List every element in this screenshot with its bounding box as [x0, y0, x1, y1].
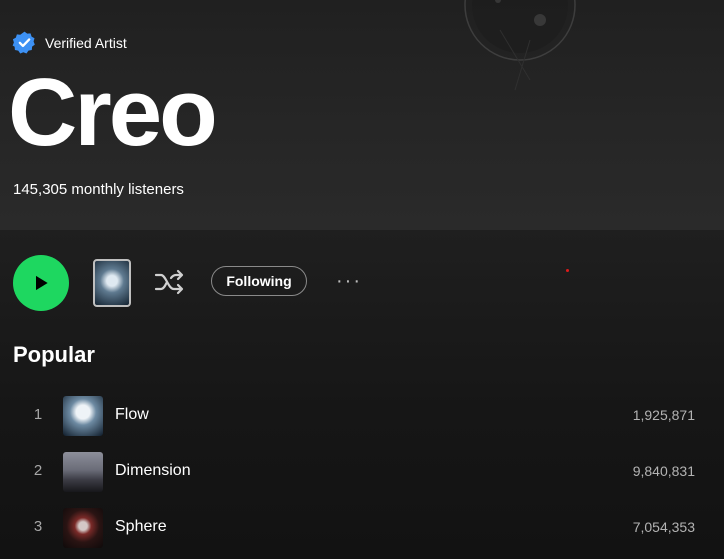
popular-section-title: Popular	[13, 342, 95, 367]
verified-badge-icon	[12, 31, 35, 54]
track-row-dimension[interactable]: 2 Dimension 9,840,831	[0, 444, 724, 500]
verified-label: Verified Artist	[45, 34, 127, 51]
track-play-count: 7,054,353	[632, 519, 695, 535]
track-title[interactable]: Flow	[115, 406, 149, 424]
play-button[interactable]	[13, 255, 69, 311]
artist-pick-thumbnail[interactable]	[93, 259, 131, 307]
track-cover-sphere	[63, 508, 103, 548]
artist-content: Following ··· Popular 1 Flow 1,925,871 2…	[0, 230, 724, 559]
verified-artist-badge: Verified Artist	[12, 30, 127, 55]
artist-header: Verified Artist Creo 145,305 monthly lis…	[0, 0, 724, 230]
track-row-sphere[interactable]: 3 Sphere 7,054,353	[0, 500, 724, 556]
artist-name: Creo	[8, 59, 218, 166]
monthly-listeners: 145,305 monthly listeners	[13, 181, 184, 198]
track-cover-dimension	[63, 452, 103, 492]
track-row-flow[interactable]: 1 Flow 1,925,871	[0, 388, 724, 444]
track-play-count: 9,840,831	[632, 463, 695, 479]
track-title[interactable]: Dimension	[115, 462, 191, 480]
shuffle-icon[interactable]	[154, 268, 186, 296]
track-rank: 1	[33, 406, 43, 423]
track-rank: 2	[33, 462, 43, 479]
track-rank: 3	[33, 518, 43, 535]
hero-background-image	[464, 0, 576, 91]
following-button[interactable]: Following	[211, 266, 307, 296]
track-cover-flow	[63, 396, 103, 436]
more-options-icon[interactable]: ···	[336, 270, 362, 293]
track-play-count: 1,925,871	[632, 407, 695, 423]
play-icon	[36, 275, 48, 291]
track-title[interactable]: Sphere	[115, 518, 167, 536]
cursor-dot	[566, 269, 569, 272]
